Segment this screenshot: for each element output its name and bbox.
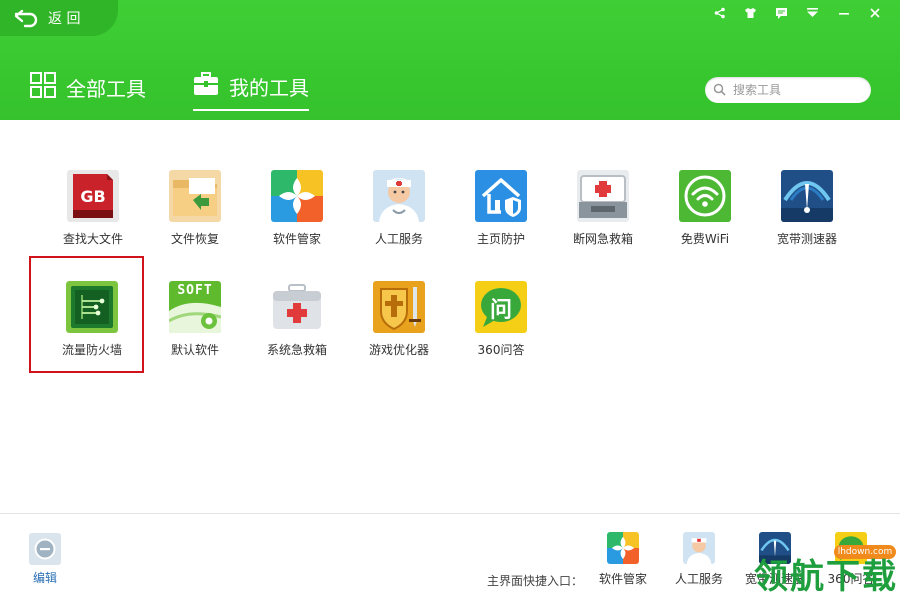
gb-file-icon: GB xyxy=(67,170,119,222)
tool-game-optimizer[interactable]: 游戏优化器 xyxy=(354,281,444,358)
qa-icon: 问 xyxy=(475,281,527,333)
tool-label: 免费WiFi xyxy=(680,232,730,246)
watermark-text: 领航下载 xyxy=(754,557,898,597)
tool-label: 软件管家 xyxy=(272,232,321,246)
window-controls xyxy=(704,4,890,22)
traffic-firewall-icon xyxy=(66,281,118,333)
tool-free-wifi[interactable]: 免费WiFi xyxy=(660,170,750,247)
speedometer-icon xyxy=(781,170,833,222)
system-firstaid-icon xyxy=(271,281,323,333)
minimize-icon[interactable] xyxy=(828,4,859,22)
software-manager-icon xyxy=(607,532,639,564)
tool-default-software[interactable]: SOFT 默认软件 xyxy=(150,281,240,358)
home-shield-icon xyxy=(475,170,527,222)
back-tab: 返 回 xyxy=(0,0,118,36)
back-label: 返 回 xyxy=(48,11,81,27)
footer-divider xyxy=(0,513,900,514)
search-input[interactable] xyxy=(731,82,865,98)
back-button[interactable]: 返 回 xyxy=(14,6,80,30)
doctor-icon xyxy=(373,170,425,222)
tool-label: 查找大文件 xyxy=(62,232,123,246)
tool-label: 主页防护 xyxy=(476,232,525,246)
tool-human-service[interactable]: 人工服务 xyxy=(354,170,444,247)
default-software-icon: SOFT xyxy=(169,281,221,333)
tab-all-tools[interactable]: 全部工具 xyxy=(30,72,146,103)
quick-tool-label: 软件管家 xyxy=(598,572,647,586)
tab-all-label: 全部工具 xyxy=(66,77,146,101)
header-bar: 返 回 全部工具 我的工具 xyxy=(0,0,900,120)
skin-icon[interactable] xyxy=(735,4,766,22)
game-optimizer-icon xyxy=(373,281,425,333)
tool-label: 断网急救箱 xyxy=(572,232,633,246)
tool-label: 流量防火墙 xyxy=(61,343,122,357)
tab-mine-label: 我的工具 xyxy=(229,76,309,100)
quick-tool-label: 人工服务 xyxy=(674,572,723,586)
active-tab-underline xyxy=(193,109,309,111)
quick-entry-label: 主界面快捷入口： xyxy=(487,574,584,588)
back-arrow-icon xyxy=(14,8,40,28)
quick-tool-software-manager[interactable]: 软件管家 xyxy=(588,532,658,587)
tool-system-first-aid[interactable]: 系统急救箱 xyxy=(252,281,342,358)
tool-label: 宽带测速器 xyxy=(776,232,837,246)
tool-label: 360问答 xyxy=(477,343,525,357)
tool-network-first-aid[interactable]: 断网急救箱 xyxy=(558,170,648,247)
tool-find-large-files[interactable]: GB 查找大文件 xyxy=(48,170,138,247)
grid-icon xyxy=(30,72,56,103)
edit-label: 编辑 xyxy=(32,571,57,585)
tool-label: 系统急救箱 xyxy=(266,343,327,357)
share-icon[interactable] xyxy=(704,4,735,22)
tool-software-manager[interactable]: 软件管家 xyxy=(252,170,342,247)
tool-traffic-firewall[interactable]: 流量防火墙 xyxy=(47,281,137,358)
quick-tool-human-service[interactable]: 人工服务 xyxy=(664,532,734,587)
remove-circle-icon xyxy=(29,533,61,565)
tool-label: 默认软件 xyxy=(170,343,219,357)
search-box[interactable] xyxy=(705,77,871,103)
qa-glyph: 问 xyxy=(489,298,512,323)
tool-broadband-speed[interactable]: 宽带测速器 xyxy=(762,170,852,247)
search-icon xyxy=(705,81,726,100)
network-firstaid-icon xyxy=(577,170,629,222)
tab-my-tools[interactable]: 我的工具 xyxy=(193,72,309,111)
doctor-icon xyxy=(683,532,715,564)
tool-file-recovery[interactable]: 文件恢复 xyxy=(150,170,240,247)
software-manager-icon xyxy=(271,170,323,222)
svg-text:GB: GB xyxy=(80,187,105,206)
tool-360-qa[interactable]: 问 360问答 xyxy=(456,281,546,358)
tool-label: 文件恢复 xyxy=(170,232,219,246)
wifi-icon xyxy=(679,170,731,222)
message-icon[interactable] xyxy=(766,4,797,22)
tool-homepage-protect[interactable]: 主页防护 xyxy=(456,170,546,247)
folder-restore-icon xyxy=(169,170,221,222)
edit-button[interactable]: 编辑 xyxy=(29,533,61,586)
menu-icon[interactable] xyxy=(797,4,828,22)
toolbox-icon xyxy=(193,72,219,101)
tool-label: 人工服务 xyxy=(374,232,423,246)
close-icon[interactable] xyxy=(859,4,890,22)
tool-label: 游戏优化器 xyxy=(368,343,429,357)
